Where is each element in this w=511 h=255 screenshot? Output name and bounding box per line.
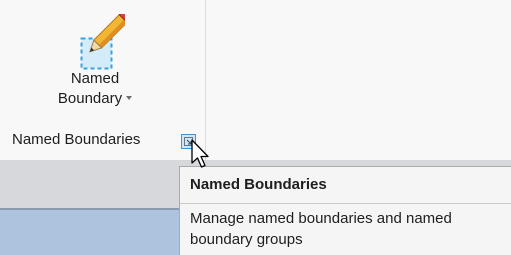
tooltip-description: Manage named boundaries and named bounda… [190, 210, 452, 248]
named-boundary-button[interactable]: Named Boundary [40, 9, 150, 120]
dropdown-arrow-icon[interactable] [126, 96, 133, 101]
mouse-pointer-icon [191, 139, 215, 173]
tooltip: Named Boundaries Manage named boundaries… [179, 166, 511, 255]
named-boundary-label-line1: Named [70, 70, 120, 87]
background-blue-area [0, 210, 180, 255]
named-boundary-label-line2: Boundary [40, 90, 150, 107]
panel-title: Named Boundaries [12, 131, 141, 148]
tooltip-title: Named Boundaries [190, 176, 327, 193]
pencil-boundary-icon [79, 9, 132, 72]
ribbon-empty-area [207, 0, 511, 160]
tooltip-separator [180, 203, 511, 204]
named-boundary-label-text: Boundary [57, 90, 123, 107]
ribbon-panel-divider [205, 0, 206, 160]
